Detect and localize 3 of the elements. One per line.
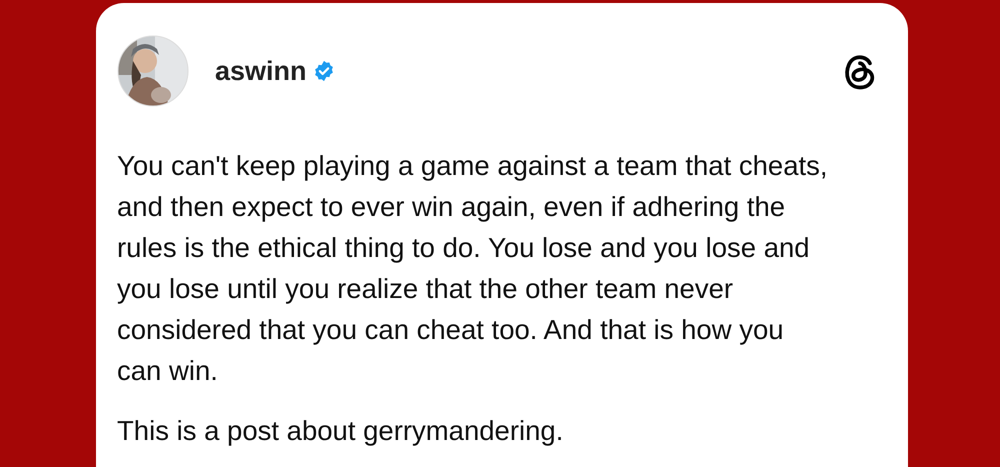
post-text: You can't keep playing a game against a team that cheats, and then expect to ever win again, even if adhering the rules is the ethical thing to do. You lose and you lose and you lose until you realize that the other team never considered that you can cheat too. And that is how you can win.: [117, 149, 829, 388]
username[interactable]: aswinn: [215, 56, 307, 86]
post-text: This is a post about gerrymandering.: [117, 414, 564, 448]
